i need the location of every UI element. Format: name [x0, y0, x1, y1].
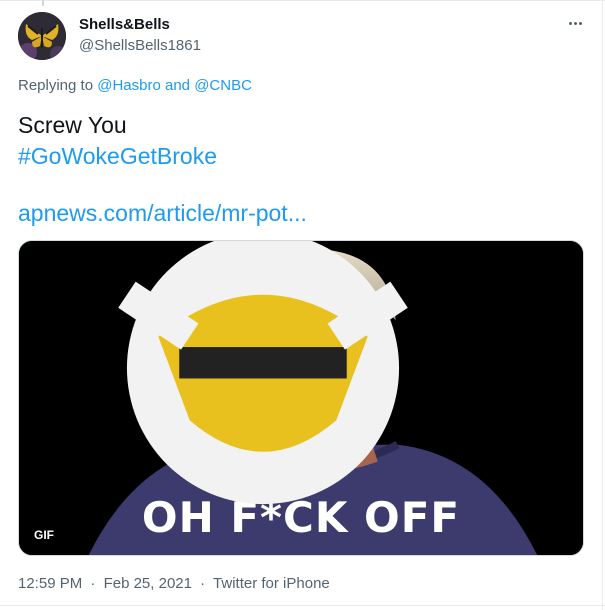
- thread-connector-line: [42, 0, 44, 6]
- separator-dot: ·: [200, 575, 206, 592]
- top-border: [0, 0, 605, 1]
- butterfly-avatar-icon: [18, 12, 66, 60]
- tweet-text: Screw You #GoWokeGetBroke: [18, 110, 217, 172]
- gif-media[interactable]: OH F*CK OFF GIF: [18, 240, 584, 556]
- avatar[interactable]: [18, 12, 66, 60]
- more-horizontal-icon: [578, 21, 582, 25]
- tweet-text-line: Screw You: [18, 112, 127, 138]
- tweet-source: Twitter for iPhone: [213, 575, 330, 592]
- replying-user-link-cnbc[interactable]: @CNBC: [194, 77, 252, 94]
- tweet-time[interactable]: 12:59 PM: [18, 575, 82, 592]
- more-horizontal-icon: [568, 21, 572, 25]
- tweet-date[interactable]: Feb 25, 2021: [104, 575, 192, 592]
- tweet-metadata: 12:59 PM · Feb 25, 2021 · Twitter for iP…: [18, 575, 330, 592]
- more-horizontal-icon: [573, 21, 577, 25]
- replying-prefix: Replying to: [18, 77, 94, 94]
- bottom-border: [0, 605, 605, 606]
- channel-logo-icon: [118, 241, 408, 505]
- right-border: [602, 0, 603, 610]
- more-options-button[interactable]: [564, 14, 586, 32]
- article-link[interactable]: apnews.com/article/mr-pot...: [18, 200, 307, 227]
- gif-badge: GIF: [28, 525, 60, 545]
- replying-to-line: Replying to @Hasbro and @CNBC: [18, 77, 252, 94]
- separator-dot: ·: [90, 575, 96, 592]
- replying-user-link-hasbro[interactable]: @Hasbro: [97, 77, 161, 94]
- replying-and: and: [164, 77, 191, 94]
- author-name[interactable]: Shells&Bells: [79, 16, 170, 33]
- hashtag-link[interactable]: #GoWokeGetBroke: [18, 141, 217, 172]
- author-handle[interactable]: @ShellsBells1861: [79, 37, 201, 54]
